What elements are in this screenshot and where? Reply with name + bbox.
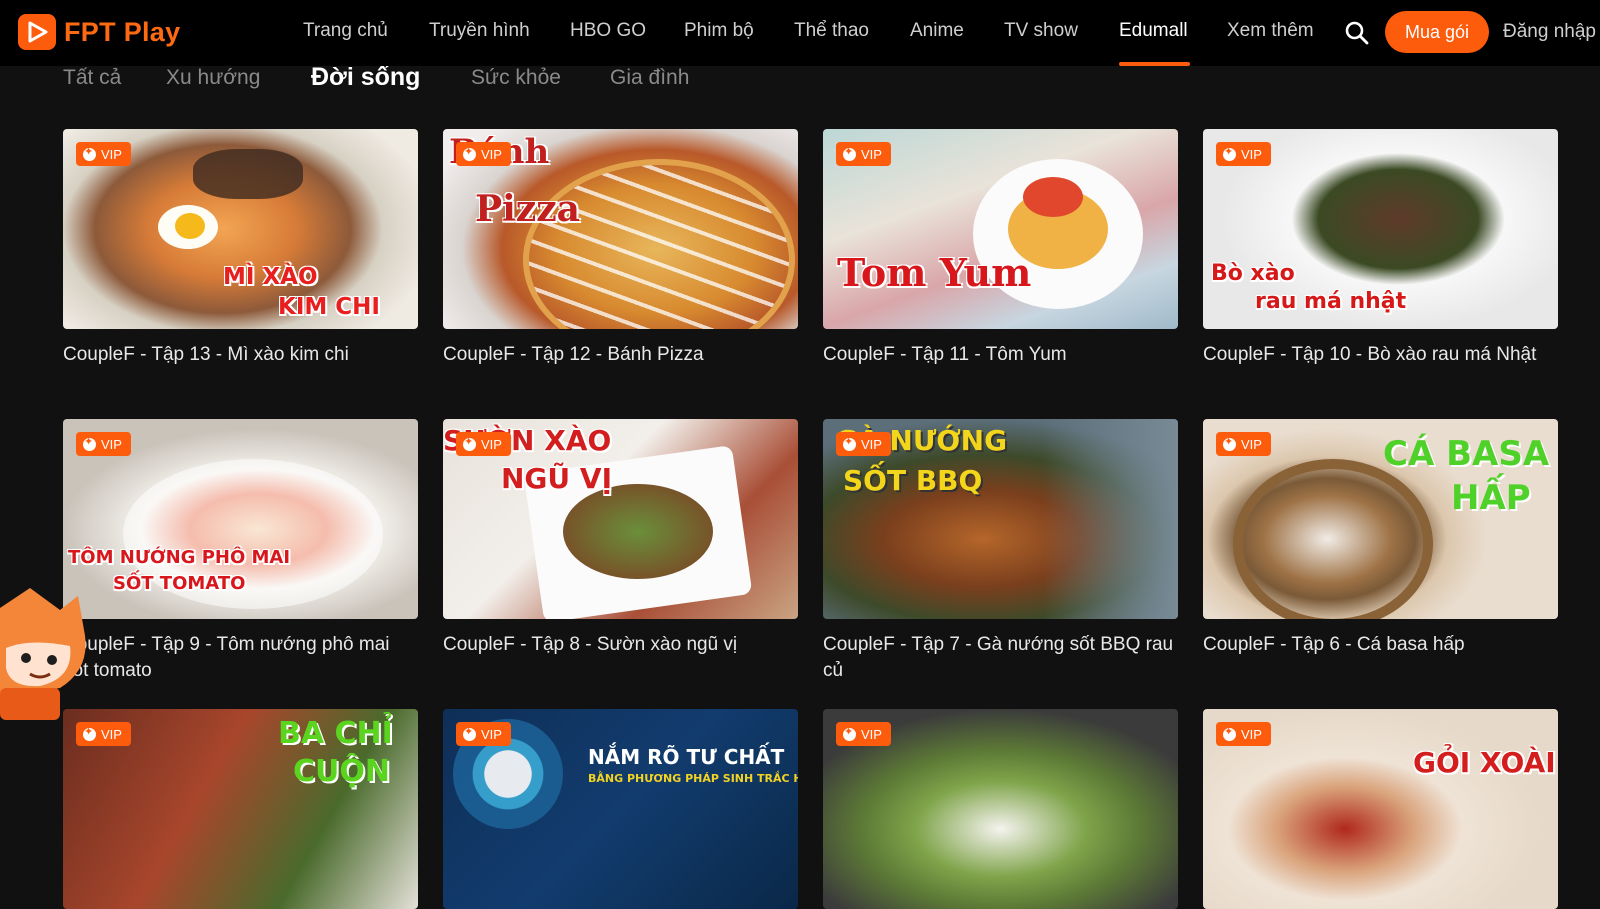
thumbnail-caption-line2: CUỘN — [293, 754, 390, 789]
nav-item-anime[interactable]: Anime — [910, 20, 964, 42]
nav-item-truyen-hinh[interactable]: Truyền hình — [429, 20, 530, 42]
video-thumbnail[interactable]: BA CHỈ CUỘN VIP — [63, 709, 418, 909]
video-card[interactable]: BA CHỈ CUỘN VIP — [63, 709, 418, 909]
vip-badge: VIP — [1216, 432, 1271, 456]
nav-item-xem-them[interactable]: Xem thêm — [1227, 20, 1314, 42]
thumbnail-caption-line1: TÔM NƯỚNG PHÔ MAI — [68, 547, 291, 568]
login-link[interactable]: Đăng nhập — [1503, 21, 1596, 43]
video-card[interactable]: TÔM NƯỚNG PHÔ MAI SỐT TOMATO VIP CoupleF… — [63, 419, 418, 684]
video-card[interactable]: MÌ XÀO KIM CHI VIP CoupleF - Tập 13 - Mì… — [63, 129, 418, 368]
video-title[interactable]: CoupleF - Tập 12 - Bánh Pizza — [443, 342, 798, 368]
video-thumbnail[interactable]: GÀ NƯỚNG SỐT BBQ VIP — [823, 419, 1178, 619]
vip-star-icon — [463, 435, 476, 451]
thumbnail-caption: GỎI XOÀI — [1413, 746, 1556, 779]
vip-badge: VIP — [1216, 722, 1271, 746]
thumbnail-caption-line2: SỐT TOMATO — [113, 573, 246, 594]
video-thumbnail[interactable]: NẮM RÕ TƯ CHẤT BẰNG PHƯƠNG PHÁP SINH TRẮ… — [443, 709, 798, 909]
video-title[interactable]: CoupleF - Tập 7 - Gà nướng sốt BBQ rau c… — [823, 632, 1178, 684]
vip-badge: VIP — [456, 722, 511, 746]
video-title[interactable]: CoupleF - Tập 13 - Mì xào kim chi — [63, 342, 418, 368]
thumbnail-caption-line2: NGŨ VỊ — [501, 462, 612, 495]
mascot-fox-icon[interactable] — [0, 588, 92, 720]
vip-star-icon — [843, 725, 856, 741]
logo-text: FPT Play — [64, 16, 181, 47]
vip-star-icon — [1223, 725, 1236, 741]
vip-star-icon — [463, 725, 476, 741]
vip-badge: VIP — [836, 722, 891, 746]
vip-star-icon — [843, 435, 856, 451]
buy-package-button[interactable]: Mua gói — [1385, 11, 1489, 53]
video-thumbnail[interactable]: Bò xào rau má nhật VIP — [1203, 129, 1558, 329]
video-card[interactable]: SƯỜN XÀO NGŨ VỊ VIP CoupleF - Tập 8 - Sư… — [443, 419, 798, 658]
video-thumbnail[interactable]: CÁ BASA HẤP VIP — [1203, 419, 1558, 619]
video-card[interactable]: GÀ NƯỚNG SỐT BBQ VIP CoupleF - Tập 7 - G… — [823, 419, 1178, 684]
active-tab-indicator — [1119, 62, 1190, 66]
vip-star-icon — [83, 145, 96, 161]
vip-badge: VIP — [836, 432, 891, 456]
nav-item-hbo-go[interactable]: HBO GO — [570, 20, 646, 42]
video-thumbnail[interactable]: TÔM NƯỚNG PHÔ MAI SỐT TOMATO VIP — [63, 419, 418, 619]
thumbnail-caption-line2: HẤP — [1451, 478, 1531, 518]
top-navigation-bar: FPT Play Trang chủ Truyền hình HBO GO Ph… — [0, 0, 1600, 66]
video-card[interactable]: NẮM RÕ TƯ CHẤT BẰNG PHƯƠNG PHÁP SINH TRẮ… — [443, 709, 798, 909]
video-card[interactable]: Tom Yum VIP CoupleF - Tập 11 - Tôm Yum — [823, 129, 1178, 368]
vip-badge: VIP — [76, 722, 131, 746]
vip-star-icon — [83, 725, 96, 741]
vip-badge: VIP — [456, 142, 511, 166]
vip-star-icon — [1223, 435, 1236, 451]
vip-badge: VIP — [76, 432, 131, 456]
vip-star-icon — [83, 435, 96, 451]
nav-item-the-thao[interactable]: Thể thao — [794, 20, 869, 42]
video-card[interactable]: Bò xào rau má nhật VIP CoupleF - Tập 10 … — [1203, 129, 1558, 368]
video-card[interactable]: CÁ BASA HẤP VIP CoupleF - Tập 6 - Cá bas… — [1203, 419, 1558, 658]
nav-item-phim-bo[interactable]: Phim bộ — [684, 20, 754, 42]
subtab-suc-khoe[interactable]: Sức khỏe — [471, 66, 561, 90]
play-logo-icon — [18, 14, 56, 50]
video-title[interactable]: CoupleF - Tập 6 - Cá basa hấp — [1203, 632, 1558, 658]
video-card[interactable]: Bánh Pizza VIP CoupleF - Tập 12 - Bánh P… — [443, 129, 798, 368]
category-subtabs: Tất cả Xu hướng Đời sống Sức khỏe Gia đì… — [0, 63, 1600, 106]
vip-badge: VIP — [76, 142, 131, 166]
subtab-tat-ca[interactable]: Tất cả — [63, 66, 121, 90]
vip-star-icon — [463, 145, 476, 161]
vip-badge: VIP — [456, 432, 511, 456]
thumbnail-caption-line1: BA CHỈ — [278, 716, 393, 751]
video-title[interactable]: CoupleF - Tập 11 - Tôm Yum — [823, 342, 1178, 368]
nav-item-tv-show[interactable]: TV show — [1004, 20, 1078, 42]
thumbnail-caption-line1: Bò xào — [1211, 261, 1295, 286]
video-thumbnail[interactable]: GỎI XOÀI VIP — [1203, 709, 1558, 909]
nav-item-edumall[interactable]: Edumall — [1119, 20, 1188, 42]
thumbnail-caption-line2: BẰNG PHƯƠNG PHÁP SINH TRẮC HỌC — [588, 772, 798, 785]
subtab-doi-song[interactable]: Đời sống — [311, 63, 420, 92]
subtab-xu-huong[interactable]: Xu hướng — [166, 66, 260, 90]
fpt-play-logo[interactable]: FPT Play — [18, 14, 180, 50]
video-thumbnail[interactable]: Tom Yum VIP — [823, 129, 1178, 329]
thumbnail-caption-line2: SỐT BBQ — [843, 464, 983, 497]
thumbnail-caption: Tom Yum — [837, 250, 1032, 295]
subtab-gia-dinh[interactable]: Gia đình — [610, 66, 689, 90]
video-card[interactable]: VIP — [823, 709, 1178, 909]
vip-star-icon — [1223, 145, 1236, 161]
thumbnail-caption-line2: Pizza — [475, 188, 580, 230]
thumbnail-caption-line2: rau má nhật — [1255, 289, 1407, 314]
vip-star-icon — [843, 145, 856, 161]
video-thumbnail[interactable]: VIP — [823, 709, 1178, 909]
thumbnail-caption-line1: MÌ XÀO — [223, 264, 318, 290]
video-thumbnail[interactable]: Bánh Pizza VIP — [443, 129, 798, 329]
thumbnail-caption-line1: CÁ BASA — [1383, 434, 1550, 474]
vip-badge: VIP — [1216, 142, 1271, 166]
video-title[interactable]: CoupleF - Tập 10 - Bò xào rau má Nhật — [1203, 342, 1558, 368]
video-title[interactable]: CoupleF - Tập 9 - Tôm nướng phô mai sốt … — [63, 632, 418, 684]
thumbnail-caption-line1: NẮM RÕ TƯ CHẤT — [588, 745, 785, 769]
video-thumbnail[interactable]: MÌ XÀO KIM CHI VIP — [63, 129, 418, 329]
video-title[interactable]: CoupleF - Tập 8 - Sườn xào ngũ vị — [443, 632, 798, 658]
video-card[interactable]: GỎI XOÀI VIP — [1203, 709, 1558, 909]
thumbnail-caption-line2: KIM CHI — [278, 294, 380, 320]
search-icon[interactable] — [1344, 20, 1370, 46]
vip-badge: VIP — [836, 142, 891, 166]
video-thumbnail[interactable]: SƯỜN XÀO NGŨ VỊ VIP — [443, 419, 798, 619]
nav-item-trang-chu[interactable]: Trang chủ — [303, 20, 388, 42]
